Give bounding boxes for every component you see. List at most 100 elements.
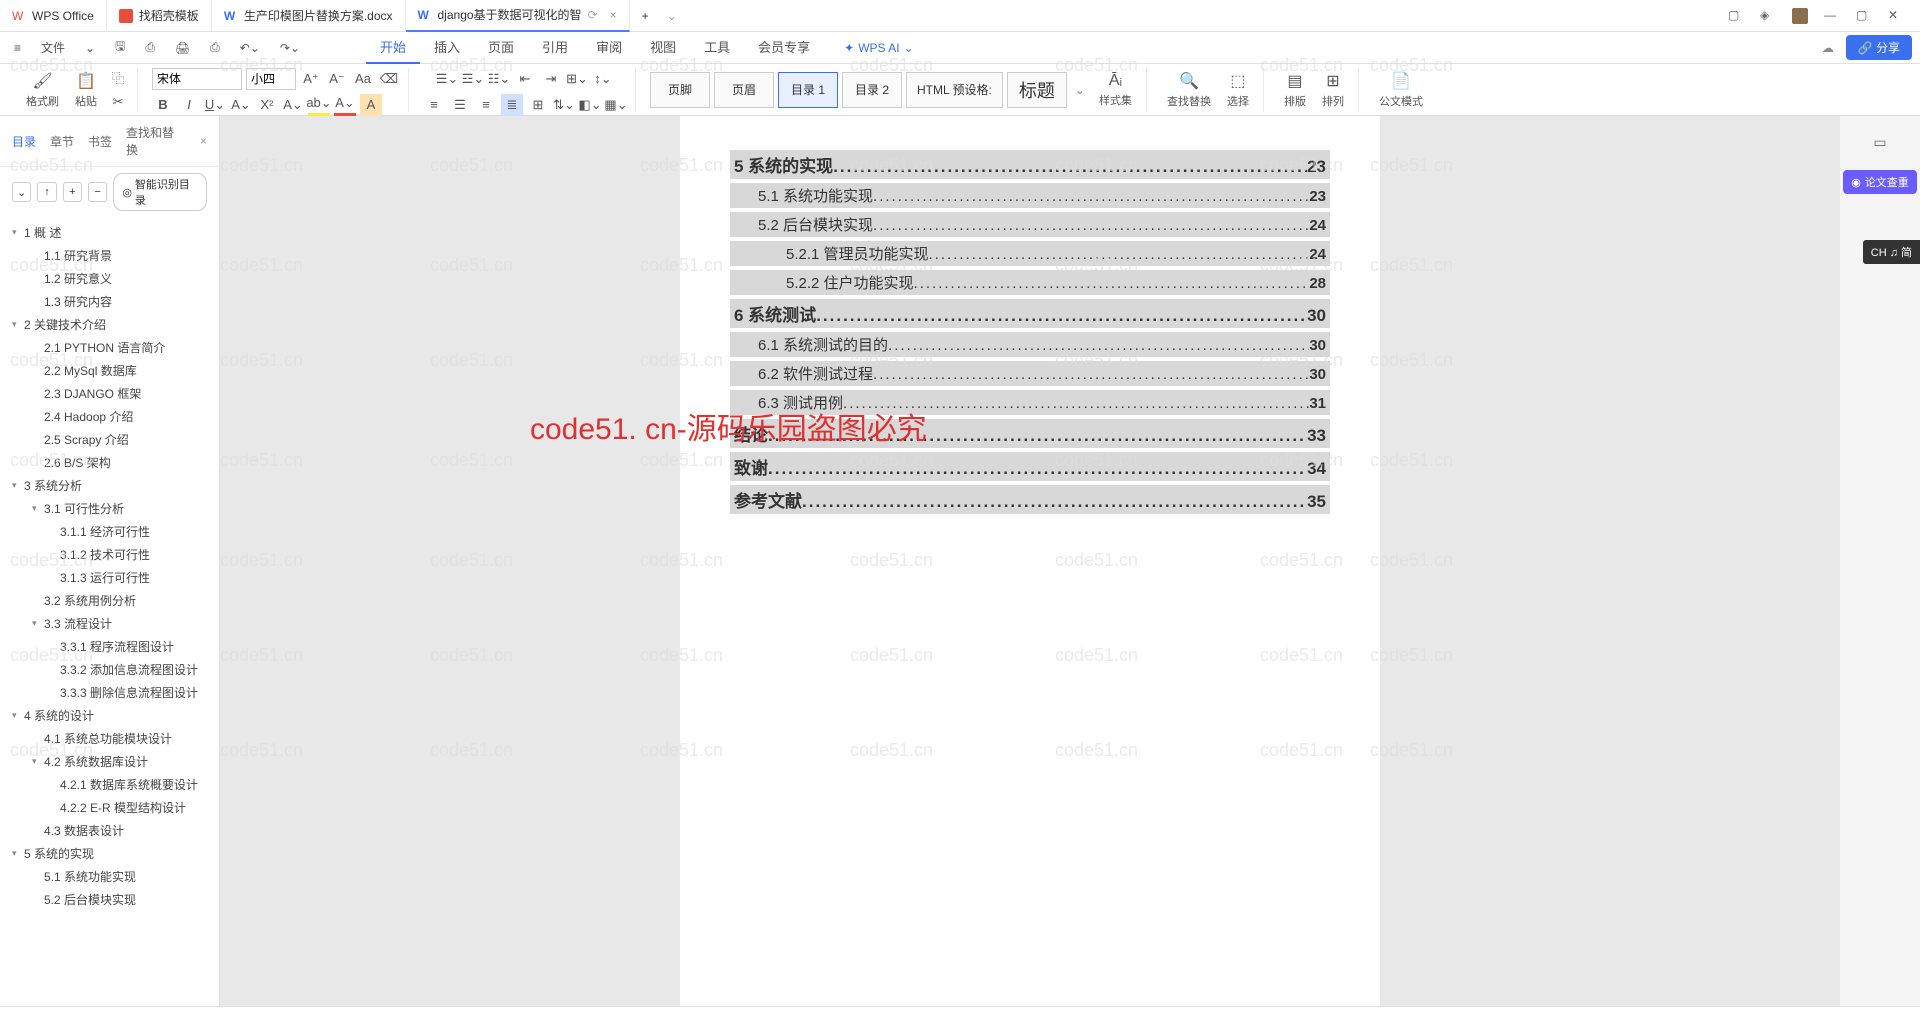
align-center-icon[interactable]: ☰ [449, 94, 471, 116]
toc-entry[interactable]: 参考文献35 [730, 485, 1330, 514]
style-title[interactable]: 标题 [1007, 72, 1067, 108]
cube-icon[interactable]: ◈ [1760, 8, 1776, 24]
border-icon[interactable]: ▦⌄ [605, 94, 627, 116]
remove-icon[interactable]: − [88, 182, 107, 202]
save-icon[interactable]: 🖫 [109, 33, 131, 62]
change-case-icon[interactable]: Aa [352, 68, 374, 90]
underline-icon[interactable]: U⌄ [204, 94, 226, 116]
clear-format-icon[interactable]: ⌫ [378, 68, 400, 90]
window-maximize-icon[interactable]: ▢ [1856, 8, 1872, 24]
font-color-icon[interactable]: A⌄ [334, 94, 356, 116]
outline-item[interactable]: 2.6 B/S 架构 [0, 451, 219, 474]
menu-tab-page[interactable]: 页面 [474, 31, 528, 64]
outline-item[interactable]: 2.5 Scrapy 介绍 [0, 428, 219, 451]
align-right-icon[interactable]: ≡ [475, 94, 497, 116]
app-tab[interactable]: W WPS Office [0, 0, 107, 32]
outline-item[interactable]: 3.1.3 运行可行性 [0, 566, 219, 589]
print-quick-icon[interactable]: ⎙ [204, 36, 226, 59]
chevron-down-icon[interactable]: ▾ [12, 319, 24, 330]
toc-entry[interactable]: 5.2.2 住户功能实现28 [730, 270, 1330, 295]
multilevel-list-icon[interactable]: ☷⌄ [488, 68, 510, 90]
sidebar-tab-bookmark[interactable]: 书签 [88, 133, 112, 150]
chevron-down-icon[interactable]: ▾ [12, 480, 24, 491]
font-increase-icon[interactable]: A⁺ [300, 68, 322, 90]
outline-item[interactable]: 3.3.1 程序流程图设计 [0, 635, 219, 658]
chevron-down-icon[interactable]: ▾ [12, 848, 24, 859]
paper-check-button[interactable]: ◉ 论文查重 [1843, 170, 1917, 194]
bold-icon[interactable]: B [152, 94, 174, 116]
subscript-icon[interactable]: A⌄ [282, 94, 304, 116]
outline-item[interactable]: 2.4 Hadoop 介绍 [0, 405, 219, 428]
outline-item[interactable]: ▾4.2 系统数据库设计 [0, 750, 219, 773]
outline-item[interactable]: 3.1.2 技术可行性 [0, 543, 219, 566]
toc-entry[interactable]: 6.1 系统测试的目的30 [730, 332, 1330, 357]
smart-toc-button[interactable]: ◎ 智能识别目录 [113, 173, 207, 211]
close-icon[interactable]: × [610, 8, 617, 22]
toc-entry[interactable]: 5 系统的实现23 [730, 150, 1330, 179]
close-icon[interactable]: × [200, 134, 207, 148]
find-replace-button[interactable]: 🔍 查找替换 [1161, 69, 1217, 111]
cut-icon[interactable]: ✂ [107, 91, 129, 113]
file-menu[interactable]: 文件 [35, 35, 71, 60]
share-button[interactable]: 🔗 分享 [1846, 35, 1912, 60]
outline-item[interactable]: ▾3.3 流程设计 [0, 612, 219, 635]
move-up-icon[interactable]: ↑ [37, 182, 56, 202]
document-area[interactable]: ⠿ 5 系统的实现235.1 系统功能实现235.2 后台模块实现245.2.1… [220, 116, 1840, 1006]
tab-templates[interactable]: 找稻壳模板 [107, 0, 212, 32]
outline-item[interactable]: ▾2 关键技术介绍 [0, 313, 219, 336]
layout-button[interactable]: ▤ 排版 [1278, 69, 1312, 111]
cloud-icon[interactable]: ☁ [1822, 41, 1834, 55]
chevron-down-icon[interactable]: ▾ [32, 618, 44, 629]
toc-entry[interactable]: 5.2.1 管理员功能实现24 [730, 241, 1330, 266]
superscript-icon[interactable]: X² [256, 94, 278, 116]
outline-item[interactable]: 5.2 后台模块实现 [0, 888, 219, 911]
toc-entry[interactable]: 5.1 系统功能实现23 [730, 183, 1330, 208]
outline-item[interactable]: ▾1 概 述 [0, 221, 219, 244]
outline-item[interactable]: 3.3.3 删除信息流程图设计 [0, 681, 219, 704]
ruler-icon[interactable]: ▭ [1866, 128, 1894, 156]
tab-doc1[interactable]: W 生产印模图片替换方案.docx [212, 0, 406, 32]
wps-ai-button[interactable]: ✦ WPS AI ⌄ [844, 31, 913, 64]
bullet-list-icon[interactable]: ☰⌄ [436, 68, 458, 90]
italic-icon[interactable]: I [178, 94, 200, 116]
outline-item[interactable]: ▾3 系统分析 [0, 474, 219, 497]
toc-entry[interactable]: 6 系统测试30 [730, 299, 1330, 328]
format-brush-button[interactable]: 🖌 格式刷 [20, 69, 65, 111]
toc-entry[interactable]: 5.2 后台模块实现24 [730, 212, 1330, 237]
menu-tab-insert[interactable]: 插入 [420, 31, 474, 64]
highlight-icon[interactable]: ab⌄ [308, 94, 330, 116]
menu-tab-tools[interactable]: 工具 [690, 31, 744, 64]
menu-tab-reference[interactable]: 引用 [528, 31, 582, 64]
window-minimize-icon[interactable]: — [1824, 8, 1840, 24]
increase-indent-icon[interactable]: ⇥ [540, 68, 562, 90]
select-button[interactable]: ⬚ 选择 [1221, 69, 1255, 111]
toc-entry[interactable]: 6.3 测试用例31 [730, 390, 1330, 415]
tab-doc2-active[interactable]: W django基于数据可视化的智 ⟳ × [406, 0, 630, 32]
redo-icon[interactable]: ↷⌄ [274, 37, 306, 59]
outline-item[interactable]: ▾4 系统的设计 [0, 704, 219, 727]
chevron-down-icon[interactable]: ⌄ [79, 37, 101, 59]
tab-menu-icon[interactable]: ⌄ [661, 9, 683, 23]
style-more-icon[interactable]: ⌄ [1071, 83, 1089, 97]
menu-tab-review[interactable]: 审阅 [582, 31, 636, 64]
print-icon[interactable]: 🖨 [169, 37, 196, 59]
outline-item[interactable]: ▾3.1 可行性分析 [0, 497, 219, 520]
outline-item[interactable]: ▾5 系统的实现 [0, 842, 219, 865]
style-footer[interactable]: 页脚 [650, 72, 710, 108]
outline-item[interactable]: 3.3.2 添加信息流程图设计 [0, 658, 219, 681]
arrange-button[interactable]: ⊞ 排列 [1316, 69, 1350, 111]
style-toc2[interactable]: 目录 2 [842, 72, 902, 108]
line-spacing-icon[interactable]: ⇅⌄ [553, 94, 575, 116]
align-left-icon[interactable]: ≡ [423, 94, 445, 116]
style-html[interactable]: HTML 预设格: [906, 72, 1003, 108]
outline-item[interactable]: 3.1.1 经济可行性 [0, 520, 219, 543]
text-direction-icon[interactable]: ⊞⌄ [566, 68, 588, 90]
chevron-down-icon[interactable]: ▾ [12, 710, 24, 721]
window-minimize-alt-icon[interactable]: ▢ [1728, 8, 1744, 24]
font-size-select[interactable] [246, 68, 296, 90]
outline-item[interactable]: 1.2 研究意义 [0, 267, 219, 290]
font-decrease-icon[interactable]: A⁻ [326, 68, 348, 90]
distribute-icon[interactable]: ⊞ [527, 94, 549, 116]
avatar-icon[interactable] [1792, 8, 1808, 24]
text-effect-icon[interactable]: A [360, 94, 382, 116]
